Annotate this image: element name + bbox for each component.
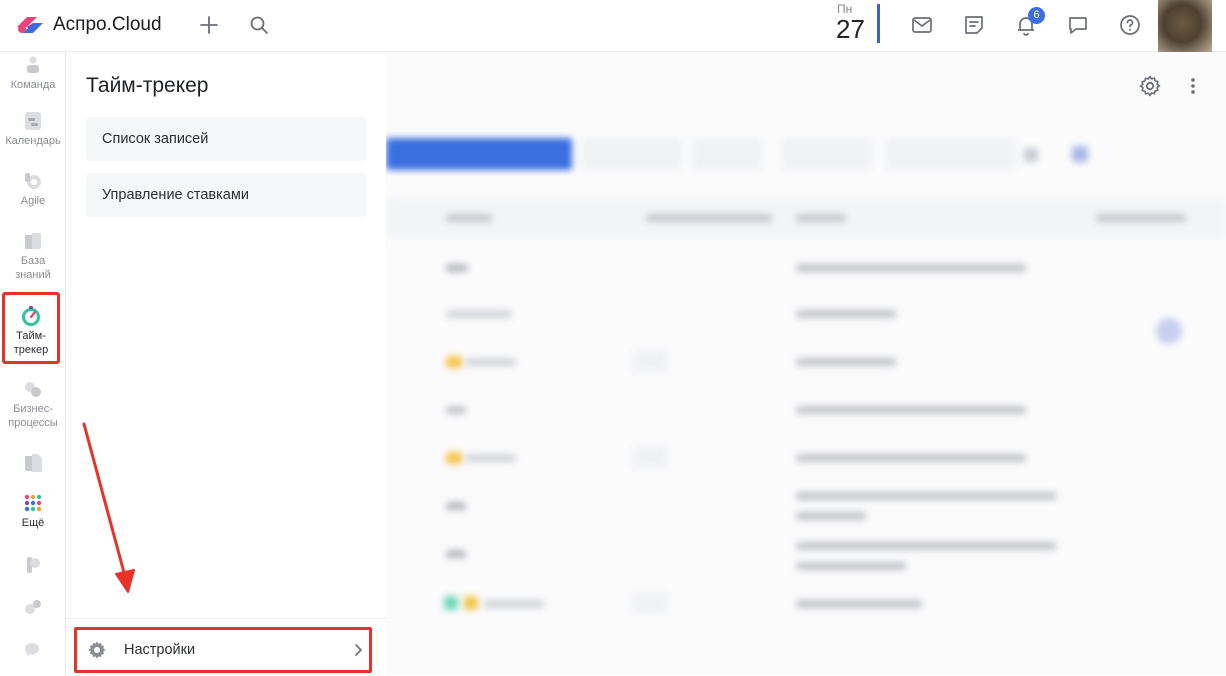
main-content-area — [386, 52, 1226, 675]
support-chat-icon — [25, 643, 39, 657]
brand-name[interactable]: Аспро.Cloud — [53, 14, 162, 36]
time-tracker-panel: Тайм-трекер Список записей Управление ст… — [66, 52, 386, 675]
integrations-icon — [25, 600, 41, 614]
top-bar: Аспро.Cloud Пн 27 6 — [0, 0, 1226, 52]
date-divider — [877, 4, 880, 43]
rail-item-more[interactable]: Ещё — [0, 492, 66, 530]
knowledge-base-icon — [25, 233, 41, 249]
left-rail: Команда Календарь Agile База знаний Тайм… — [0, 52, 66, 675]
rail-item-business-process[interactable]: Бизнес-процессы — [0, 378, 66, 430]
team-icon — [27, 56, 39, 73]
time-tracker-icon — [22, 306, 40, 326]
panel-title: Тайм-трекер — [86, 74, 209, 97]
mail-icon[interactable] — [910, 13, 934, 37]
notifications-badge: 6 — [1028, 7, 1045, 24]
rail-item-knowledge-base[interactable]: База знаний — [0, 230, 66, 282]
settings-label: Настройки — [124, 642, 196, 658]
gear-icon — [88, 641, 106, 659]
rail-label: Ещё — [21, 517, 45, 529]
rail-label: Команда — [10, 79, 56, 91]
menu-item-records-list[interactable]: Список записей — [86, 117, 366, 161]
panel-footer: Настройки — [66, 618, 386, 676]
rail-label: База знаний — [15, 255, 51, 281]
agile-icon — [25, 173, 41, 189]
help-icon[interactable] — [1118, 13, 1142, 37]
user-avatar[interactable] — [1158, 0, 1212, 52]
rail-item-time-tracker-content: Тайм-трекер — [2, 305, 60, 357]
rail-label: Agile — [20, 195, 46, 207]
aspro-logo-icon[interactable] — [15, 13, 47, 37]
documents-icon — [25, 454, 42, 472]
rail-item-extra-3[interactable] — [0, 640, 66, 662]
chat-icon[interactable] — [1066, 13, 1090, 37]
chevron-right-icon — [355, 644, 362, 656]
rail-label: Календарь — [5, 135, 61, 147]
calendar-icon — [25, 112, 41, 130]
rail-item-team[interactable]: Команда — [0, 54, 66, 92]
search-icon[interactable] — [248, 14, 270, 36]
day-number: 27 — [836, 14, 865, 44]
notes-icon[interactable] — [962, 13, 986, 37]
blurred-table — [386, 52, 1226, 675]
rail-item-calendar[interactable]: Календарь — [0, 110, 66, 148]
rail-item-time-tracker[interactable]: Тайм-трекер — [2, 292, 60, 364]
rail-item-documents[interactable] — [0, 452, 66, 474]
rail-item-extra-1[interactable] — [0, 554, 66, 576]
menu-item-rates-management[interactable]: Управление ставками — [86, 173, 366, 217]
rail-label: Тайм-трекер — [13, 330, 49, 356]
more-apps-icon — [24, 494, 42, 512]
rail-label: Бизнес-процессы — [8, 403, 58, 429]
calendar-date[interactable]: Пн 27 — [832, 0, 880, 44]
rail-item-extra-2[interactable] — [0, 596, 66, 618]
settings-button[interactable]: Настройки — [74, 627, 372, 673]
app-icon — [27, 557, 40, 573]
business-process-icon — [25, 382, 41, 397]
rail-item-agile[interactable]: Agile — [0, 170, 66, 208]
plus-icon[interactable] — [196, 12, 222, 38]
